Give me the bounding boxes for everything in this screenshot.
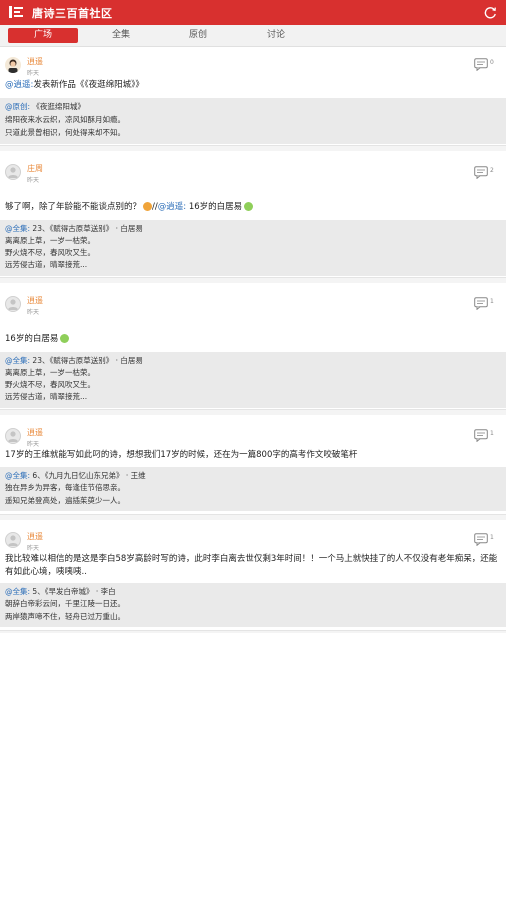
quote-line: 遥知兄弟登高处，遍插茱萸少一人。: [5, 496, 125, 505]
quote-head: @全集: 6、《九月九日忆山东兄弟》 · 王维: [5, 471, 146, 480]
username[interactable]: 逍遥: [27, 531, 43, 542]
default-avatar-icon: [8, 299, 18, 310]
comment-count: 1: [490, 534, 494, 541]
avatar[interactable]: [5, 428, 21, 444]
default-avatar-icon: [8, 167, 18, 178]
comment-icon: [474, 429, 488, 443]
emoji-icon: [143, 202, 153, 211]
post-card[interactable]: 逍遥 昨天 1 16岁的白居易 @全集: 23、《赋得古原草送别》 · 白居易 …: [0, 283, 506, 415]
quote-head: @全集: 23、《赋得古原草送别》 · 白居易: [5, 356, 143, 365]
tab-discussion[interactable]: 讨论: [241, 28, 311, 43]
emoji-icon: [60, 334, 70, 343]
default-avatar-icon: [8, 535, 18, 546]
avatar[interactable]: [5, 57, 21, 73]
quote-line: 绵阳夜来水云织，凉风如酥月如瘾。: [5, 115, 125, 124]
post-time: 昨天: [27, 177, 40, 184]
user-photo-icon: [8, 59, 18, 73]
quoted-poem[interactable]: @全集: 6、《九月九日忆山东兄弟》 · 王维 独在异乡为异客，每逢佳节倍思亲。…: [0, 467, 506, 511]
quoted-poem[interactable]: @全集: 5、《早发白帝城》 · 李白 朝辞白帝彩云间，千里江陵一日还。 两岸猿…: [0, 583, 506, 627]
post-card[interactable]: 逍遥 昨天 1 我比较难以相信的是这是李白58岁高龄时写的诗，此时李白离去世仅剩…: [0, 520, 506, 640]
quote-head: @原创: 《夜逛绵阳城》: [5, 102, 85, 111]
emoji-icon: [244, 202, 254, 211]
quote-head: @全集: 5、《早发白帝城》 · 李白: [5, 587, 116, 596]
quote-line: 独在异乡为异客，每逢佳节倍思亲。: [5, 483, 125, 492]
quote-line: 远芳侵古道，晴翠接荒...: [5, 260, 88, 269]
app-title: 唐诗三百首社区: [32, 7, 113, 20]
mention-link[interactable]: @逍遥:: [158, 202, 186, 212]
mention-link[interactable]: @全集:: [5, 224, 30, 233]
post-time: 昨天: [27, 441, 40, 448]
post-divider: [0, 630, 506, 633]
mention-link[interactable]: @全集:: [5, 587, 30, 596]
mention-link[interactable]: @全集:: [5, 471, 30, 480]
menu-icon[interactable]: [9, 6, 23, 18]
mention-link[interactable]: @原创:: [5, 102, 30, 111]
post-card[interactable]: 庄周 昨天 2 够了啊，除了年龄能不能谈点别的？ //@逍遥: 16岁的白居易 …: [0, 151, 506, 283]
avatar[interactable]: [5, 532, 21, 548]
comment-icon: [474, 533, 488, 547]
mention-link[interactable]: @全集:: [5, 356, 30, 365]
tab-collection[interactable]: 全集: [86, 28, 156, 43]
comment-icon: [474, 166, 488, 180]
quote-line: 远芳侵古道，晴翠接荒...: [5, 392, 88, 401]
quoted-poem[interactable]: @全集: 23、《赋得古原草送别》 · 白居易 离离原上草，一岁一枯荣。 野火烧…: [0, 352, 506, 408]
comment-count: 1: [490, 430, 494, 437]
username[interactable]: 庄周: [27, 163, 43, 174]
post-time: 昨天: [27, 309, 40, 316]
tab-bar: 广场 全集 原创 讨论: [0, 25, 506, 47]
tab-square[interactable]: 广场: [8, 28, 78, 43]
comment-button[interactable]: 1: [474, 533, 498, 547]
post-card[interactable]: 逍遥 昨天 1 17岁的王维就能写如此叼的诗，想想我们17岁的时候，还在为一篇8…: [0, 415, 506, 520]
post-time: 昨天: [27, 70, 40, 77]
feed: 逍遥 昨天 0 @逍遥:发表新作品《《夜逛绵阳城》》 @原创: 《夜逛绵阳城》 …: [0, 47, 506, 640]
quote-line: 离离原上草，一岁一枯荣。: [5, 368, 95, 377]
post-text: 够了啊，除了年龄能不能谈点别的？//@逍遥: 16岁的白居易: [5, 201, 498, 214]
comment-count: 0: [490, 59, 494, 66]
app-header: 唐诗三百首社区: [0, 0, 506, 25]
comment-icon: [474, 297, 488, 311]
comment-button[interactable]: 1: [474, 429, 498, 443]
quote-line: 野火烧不尽，春风吹又生。: [5, 380, 95, 389]
quote-line: 只道此景曾相识，何处得来却不知。: [5, 128, 125, 137]
post-text: 16岁的白居易: [5, 333, 498, 346]
username[interactable]: 逍遥: [27, 56, 43, 67]
comment-icon: [474, 58, 488, 72]
quote-line: 离离原上草，一岁一枯荣。: [5, 236, 95, 245]
comment-count: 1: [490, 298, 494, 305]
quote-line: 两岸猿声啼不住，轻舟已过万重山。: [5, 612, 125, 621]
post-text: 17岁的王维就能写如此叼的诗，想想我们17岁的时候，还在为一篇800字的高考作文…: [5, 450, 358, 460]
comment-button[interactable]: 1: [474, 297, 498, 311]
quoted-poem[interactable]: @原创: 《夜逛绵阳城》 绵阳夜来水云织，凉风如酥月如瘾。 只道此景曾相识，何处…: [0, 98, 506, 144]
default-avatar-icon: [8, 431, 18, 442]
comment-count: 2: [490, 167, 494, 174]
post-text: @逍遥:发表新作品《《夜逛绵阳城》》: [5, 80, 144, 90]
comment-button[interactable]: 2: [474, 166, 498, 180]
username[interactable]: 逍遥: [27, 427, 43, 438]
post-text: 我比较难以相信的是这是李白58岁高龄时写的诗，此时李白离去世仅剩3年时间！！一个…: [5, 554, 498, 577]
post-card[interactable]: 逍遥 昨天 0 @逍遥:发表新作品《《夜逛绵阳城》》 @原创: 《夜逛绵阳城》 …: [0, 47, 506, 151]
quote-line: 野火烧不尽，春风吹又生。: [5, 248, 95, 257]
tab-original[interactable]: 原创: [163, 28, 233, 43]
avatar[interactable]: [5, 296, 21, 312]
quote-line: 朝辞白帝彩云间，千里江陵一日还。: [5, 599, 125, 608]
mention-link[interactable]: @逍遥:: [5, 80, 33, 90]
quote-head: @全集: 23、《赋得古原草送别》 · 白居易: [5, 224, 143, 233]
username[interactable]: 逍遥: [27, 295, 43, 306]
post-time: 昨天: [27, 545, 40, 552]
refresh-icon[interactable]: [484, 6, 497, 19]
avatar[interactable]: [5, 164, 21, 180]
comment-button[interactable]: 0: [474, 58, 498, 72]
quoted-poem[interactable]: @全集: 23、《赋得古原草送别》 · 白居易 离离原上草，一岁一枯荣。 野火烧…: [0, 220, 506, 276]
